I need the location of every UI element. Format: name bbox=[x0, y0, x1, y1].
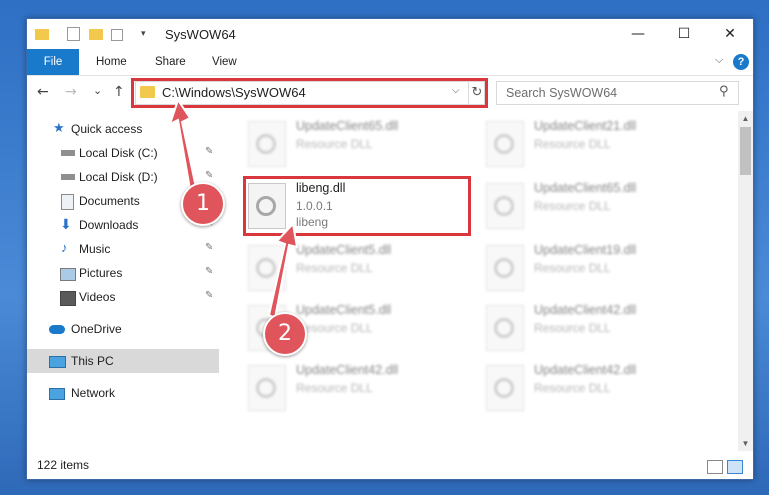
callout-arrows bbox=[168, 97, 299, 320]
callout-badge-1: 1 bbox=[181, 182, 225, 226]
callout-badge-2: 2 bbox=[263, 312, 307, 356]
arrow-step-1 bbox=[168, 97, 199, 197]
arrow-step-2 bbox=[267, 221, 299, 320]
